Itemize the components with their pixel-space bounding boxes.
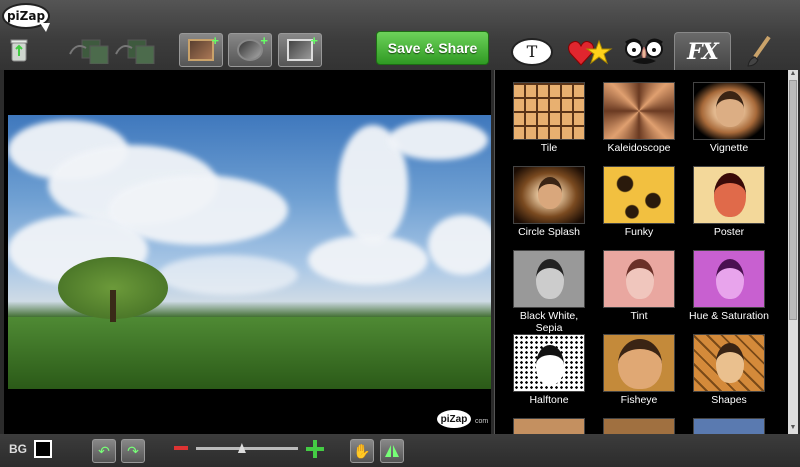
add-background-image-button[interactable]: + [179,33,223,67]
add-cutout-button[interactable]: + [228,33,272,67]
effect-next-row-item[interactable] [505,416,595,434]
scroll-up-arrow[interactable]: ▲ [788,70,798,80]
rotate-right-icon: ↷ [127,442,139,459]
photo-canvas[interactable]: piZap com [4,70,491,434]
add-collage-button[interactable]: + [278,33,322,67]
bg-label: BG [9,442,27,456]
effect-kaleidoscope[interactable]: Kaleidoscope [595,80,685,160]
top-toolbar: piZap + + + Save & Share T FX [0,0,800,70]
effect-hue-saturation[interactable]: Hue & Saturation [685,248,775,328]
undo-redo-group [68,36,158,65]
effect-thumbnail [603,82,675,140]
effect-circle-splash[interactable]: Circle Splash [505,164,595,244]
effect-thumbnail [513,250,585,308]
effect-next-row-item[interactable] [595,416,685,434]
effect-next-row-item[interactable] [685,416,775,434]
paintbrush-icon [747,35,771,67]
effect-fisheye[interactable]: Fisheye [595,332,685,412]
pizap-watermark: piZap com [437,410,491,432]
hand-icon: ✋ [353,442,371,459]
effect-thumbnail [603,334,675,392]
effect-poster[interactable]: Poster [685,164,775,244]
effect-thumbnail [513,82,585,140]
zoom-out-icon[interactable] [174,446,188,450]
heart-star-icon [568,39,613,66]
scroll-down-arrow[interactable]: ▼ [788,424,798,434]
effects-scrollbar[interactable]: ▲ ▼ [788,70,798,434]
effect-shapes[interactable]: Shapes [685,332,775,412]
pan-hand-button[interactable]: ✋ [350,439,374,463]
effects-panel: Tile Kaleidoscope Vignette Circle Splash… [494,70,798,434]
zoom-slider[interactable] [196,447,298,450]
tab-stickers[interactable] [566,33,614,70]
flip-button[interactable] [380,439,404,463]
background-photo [8,115,491,389]
effect-thumbnail [693,166,765,224]
effect-black-white-sepia[interactable]: Black White, Sepia [505,248,595,334]
effect-vignette[interactable]: Vignette [685,80,775,160]
tab-text[interactable]: T [507,33,557,70]
rotate-right-button[interactable]: ↷ [121,439,145,463]
tab-disguise[interactable] [620,33,668,70]
scrollbar-thumb[interactable] [789,80,797,320]
rotate-left-button[interactable]: ↶ [92,439,116,463]
effect-thumbnail [513,334,585,392]
effect-thumbnail [603,250,675,308]
pizap-logo: piZap [2,3,52,32]
background-color-picker[interactable] [34,440,52,458]
effect-thumbnail [603,166,675,224]
undo-icon[interactable] [68,36,158,65]
save-share-button[interactable]: Save & Share [376,31,489,65]
effect-halftone[interactable]: Halftone [505,332,595,412]
tab-fx[interactable]: FX [674,32,731,70]
effect-thumbnail [513,166,585,224]
effect-thumbnail [693,334,765,392]
rotate-left-icon: ↶ [98,442,110,459]
effect-tile[interactable]: Tile [505,80,595,160]
tab-paint[interactable] [738,33,778,70]
zoom-in-icon[interactable] [306,440,324,458]
effect-funky[interactable]: Funky [595,164,685,244]
effect-thumbnail [693,250,765,308]
bottom-toolbar: BG ↶ ↷ ✋ [0,434,800,467]
effect-thumbnail [693,82,765,140]
flip-icon [385,445,399,457]
disguise-glasses-icon [625,38,663,64]
trash-icon[interactable] [10,38,28,62]
effect-tint[interactable]: Tint [595,248,685,328]
